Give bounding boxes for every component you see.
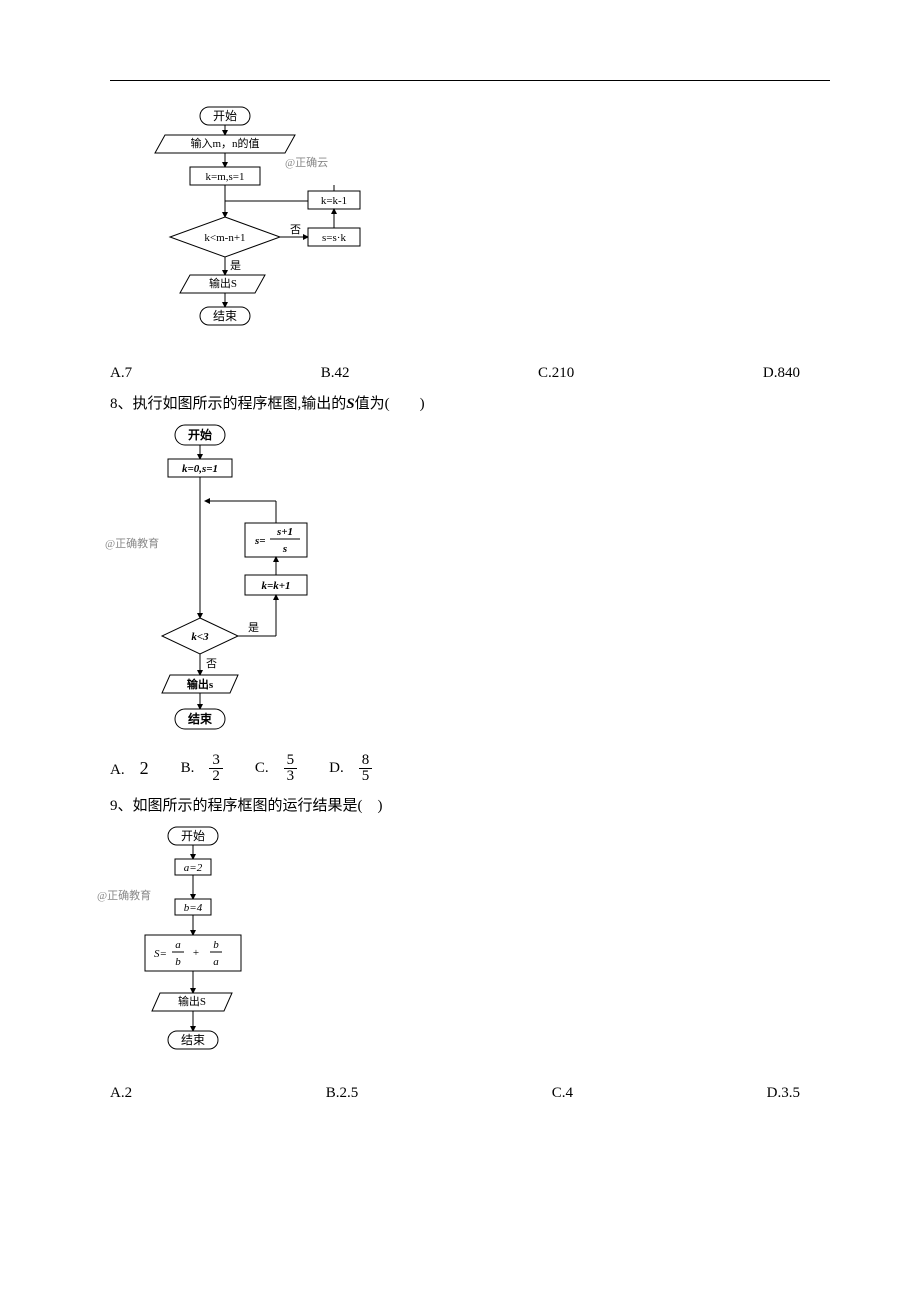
fc-upd1-pre: s= (254, 535, 266, 547)
fc-out: 输出s (187, 677, 214, 691)
fc-seq: S= (154, 948, 167, 960)
q9-flowchart: @正确教育 开始 a=2 b=4 S= a b + b a 输出S 结束 (110, 819, 830, 1081)
q9-opt-d[interactable]: D.3.5 (767, 1085, 800, 1102)
q8-stem: 8、执行如图所示的程序框图,输出的S值为( ) (110, 386, 830, 417)
q7-opt-b[interactable]: B.42 (321, 365, 350, 382)
fc-start: 开始 (188, 427, 212, 442)
q8-opt-b[interactable]: B. 32 (181, 753, 223, 784)
q9-opt-a[interactable]: A.2 (110, 1085, 132, 1102)
q8-opt-a[interactable]: A. 2 (110, 758, 149, 779)
fc-upd2: k=k-1 (321, 195, 347, 207)
fc-end: 结束 (188, 711, 213, 726)
q9-stem: 9、如图所示的程序框图的运行结果是( ) (110, 788, 830, 819)
fc-out: 输出S (209, 276, 237, 290)
page: @正确云 开始 输入m，n的值 k=m,s=1 k<m-n+1 否 s=s·k (0, 0, 920, 1302)
fc-out: 输出S (178, 994, 206, 1008)
fc-end: 结束 (213, 309, 237, 323)
fc-yes: 是 (230, 259, 241, 272)
fc-cond: k<3 (191, 631, 209, 643)
q9-opt-b[interactable]: B.2.5 (326, 1085, 359, 1102)
q7-flowchart: @正确云 开始 输入m，n的值 k=m,s=1 k<m-n+1 否 s=s·k (110, 99, 830, 361)
q9-opt-c[interactable]: C.4 (552, 1085, 573, 1102)
fc-init: k=0,s=1 (182, 463, 218, 475)
q8-flowchart: @正确教育 开始 k=0,s=1 s= s+1 s k=k+1 k<3 是 (110, 417, 830, 749)
fc-no: 否 (206, 658, 217, 670)
fc-f1d: b (175, 956, 181, 968)
fc-upd1-den: s (282, 543, 287, 555)
q8-post: 值为( ) (355, 396, 425, 412)
fc-upd1-num: s+1 (276, 526, 293, 538)
fc-input: 输入m，n的值 (190, 136, 259, 150)
fc-upd1: s=s·k (322, 232, 346, 244)
fc-upd2: k=k+1 (261, 580, 290, 592)
q7-opt-d[interactable]: D.840 (763, 365, 800, 382)
fc-start: 开始 (181, 829, 205, 843)
fc-f2d: a (213, 956, 219, 968)
q8-watermark: @正确教育 (105, 535, 159, 551)
top-rule (110, 80, 830, 81)
fc-end: 结束 (181, 1033, 205, 1047)
q8-pre: 8、执行如图所示的程序框图,输出的 (110, 396, 346, 412)
q7-opt-c[interactable]: C.210 (538, 365, 574, 382)
fc-b: b=4 (184, 902, 203, 914)
q9-watermark: @正确教育 (97, 887, 151, 903)
fc-init: k=m,s=1 (206, 171, 245, 183)
fc-plus: + (193, 947, 199, 959)
fc-start: 开始 (213, 109, 237, 123)
fc-yes: 是 (248, 621, 259, 634)
fc-cond: k<m-n+1 (204, 232, 245, 244)
q8-opt-c[interactable]: C. 53 (255, 753, 297, 784)
q8-var: S (346, 396, 354, 412)
q7-watermark: @正确云 (285, 154, 328, 170)
fc-f1n: a (175, 939, 181, 951)
q7-options: A.7 B.42 C.210 D.840 (110, 361, 830, 386)
fc-no: 否 (290, 224, 301, 236)
q7-opt-a[interactable]: A.7 (110, 365, 132, 382)
fc-f2n: b (213, 939, 219, 951)
q8-options: A. 2 B. 32 C. 53 D. 85 (110, 749, 830, 788)
q9-options: A.2 B.2.5 C.4 D.3.5 (110, 1081, 830, 1106)
q8-opt-d[interactable]: D. 85 (329, 753, 372, 784)
fc-a: a=2 (184, 862, 203, 874)
